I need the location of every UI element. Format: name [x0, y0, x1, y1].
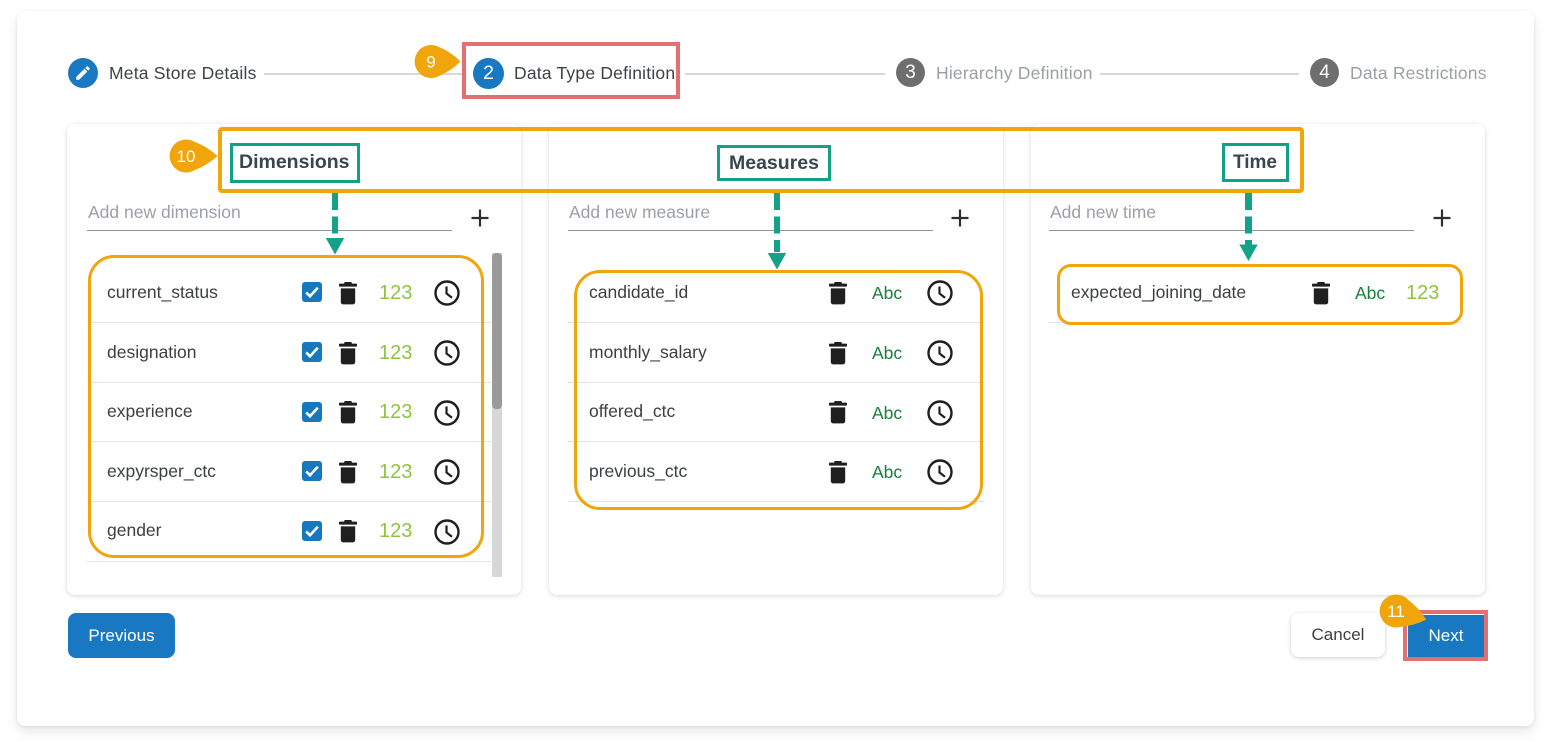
svg-text:9: 9 — [426, 53, 435, 72]
svg-text:10: 10 — [177, 147, 196, 166]
svg-text:11: 11 — [1387, 602, 1405, 621]
